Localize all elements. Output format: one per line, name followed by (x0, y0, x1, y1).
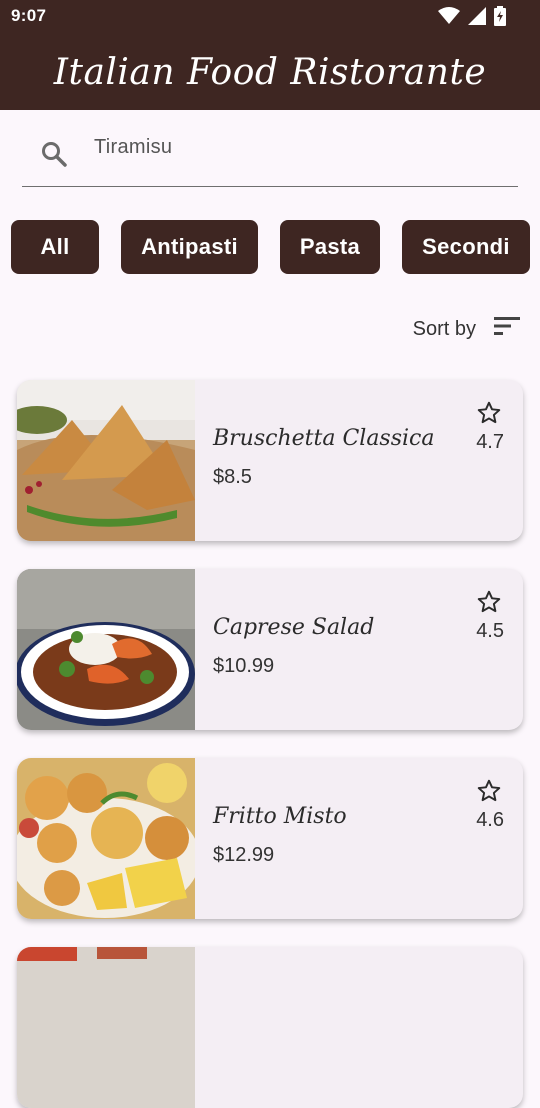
sort-label: Sort by (412, 317, 476, 340)
fried-seafood-photo (17, 758, 195, 919)
wifi-icon (438, 7, 460, 30)
app-title: Italian Food Ristorante (53, 51, 487, 93)
search-icon[interactable] (40, 140, 68, 173)
battery-icon (494, 6, 506, 31)
sort-icon[interactable] (494, 316, 520, 342)
menu-item-price: $10.99 (213, 655, 275, 677)
menu-item-card[interactable] (17, 947, 523, 1108)
shrimp-bowl-photo (17, 569, 195, 730)
menu-item-card[interactable]: Bruschetta Classica $8.5 4.7 (17, 380, 523, 541)
partial-photo (17, 947, 195, 1108)
star-icon[interactable] (476, 778, 502, 809)
menu-item-price: $8.5 (213, 466, 252, 488)
menu-item-name: Fritto Misto (213, 804, 347, 829)
samosa-photo (17, 380, 195, 541)
menu-item-rating: 4.6 (476, 809, 504, 831)
status-bar: 9:07 (0, 0, 540, 34)
menu-item-card[interactable]: Caprese Salad $10.99 4.5 (17, 569, 523, 730)
status-icons (438, 6, 506, 31)
sort-control[interactable]: Sort by (413, 316, 520, 342)
menu-item-rating: 4.5 (476, 620, 504, 642)
chip-antipasti[interactable]: Antipasti (121, 220, 258, 274)
menu-item-rating: 4.7 (476, 431, 504, 453)
search-field[interactable]: Tiramisu (22, 128, 518, 187)
signal-icon (468, 7, 486, 30)
chip-all[interactable]: All (11, 220, 99, 274)
chip-pasta[interactable]: Pasta (280, 220, 380, 274)
app-bar: Italian Food Ristorante (0, 34, 540, 110)
search-input[interactable]: Tiramisu (94, 136, 172, 159)
status-time: 9:07 (11, 6, 47, 25)
menu-item-price: $12.99 (213, 844, 275, 866)
category-filters: All Antipasti Pasta Secondi (0, 220, 540, 276)
star-icon[interactable] (476, 589, 502, 620)
menu-item-name: Bruschetta Classica (213, 426, 435, 451)
star-icon[interactable] (476, 400, 502, 431)
menu-item-name: Caprese Salad (213, 615, 375, 640)
menu-item-card[interactable]: Fritto Misto $12.99 4.6 (17, 758, 523, 919)
chip-secondi[interactable]: Secondi (402, 220, 530, 274)
